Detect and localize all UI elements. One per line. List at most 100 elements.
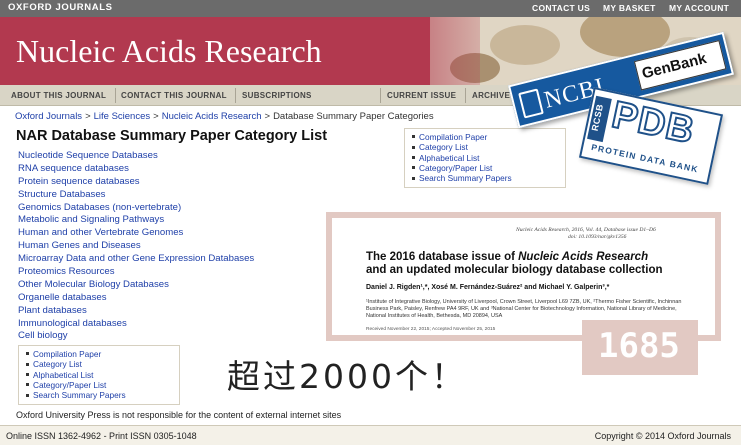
list-item: Plant databases	[18, 303, 254, 316]
breadcrumb-separator: >	[153, 111, 159, 122]
nav-contact-this-journal[interactable]: CONTACT THIS JOURNAL	[121, 91, 227, 100]
nav-divider	[465, 88, 466, 103]
nav-divider	[380, 88, 381, 103]
list-item: Compilation Paper	[26, 349, 179, 359]
category-link[interactable]: Organelle databases	[18, 292, 107, 303]
category-link[interactable]: Metabolic and Signaling Pathways	[18, 214, 164, 225]
category-link[interactable]: Plant databases	[18, 305, 87, 316]
list-item: Human Genes and Diseases	[18, 238, 254, 251]
alphabetical-list-link[interactable]: Alphabetical List	[419, 153, 479, 163]
quick-links-box-top: Compilation Paper Category List Alphabet…	[404, 128, 566, 188]
nav-subscriptions[interactable]: SUBSCRIPTIONS	[242, 91, 312, 100]
list-item: Category List	[412, 142, 565, 152]
my-basket-link[interactable]: MY BASKET	[603, 3, 656, 13]
category-link[interactable]: Human and other Vertebrate Genomes	[18, 227, 183, 238]
page-footer: Online ISSN 1362-4962 - Print ISSN 0305-…	[0, 425, 741, 445]
breadcrumb-nucleic-acids-research[interactable]: Nucleic Acids Research	[162, 111, 262, 122]
bullet-icon	[412, 155, 415, 159]
issn-info: Online ISSN 1362-4962 - Print ISSN 0305-…	[6, 431, 197, 441]
search-summary-papers-link[interactable]: Search Summary Papers	[419, 173, 512, 183]
breadcrumb-separator: >	[85, 111, 91, 122]
list-item: Other Molecular Biology Databases	[18, 277, 254, 290]
breadcrumb-oxford-journals[interactable]: Oxford Journals	[15, 111, 82, 122]
compilation-paper-link[interactable]: Compilation Paper	[419, 132, 487, 142]
category-link[interactable]: Genomics Databases (non-vertebrate)	[18, 202, 181, 213]
paper-citation-header: Nucleic Acids Research, 2016, Vol. 44, D…	[516, 227, 656, 233]
category-link[interactable]: RNA sequence databases	[18, 163, 129, 174]
list-item: Search Summary Papers	[26, 390, 179, 400]
ncbi-mark-icon	[518, 88, 544, 119]
category-link[interactable]: Immunological databases	[18, 318, 127, 329]
category-list-link[interactable]: Category List	[33, 359, 82, 369]
bullet-icon	[26, 352, 29, 356]
list-item: Protein sequence databases	[18, 174, 254, 187]
category-link[interactable]: Cell biology	[18, 330, 68, 341]
my-account-link[interactable]: MY ACCOUNT	[669, 3, 729, 13]
category-paper-list-link[interactable]: Category/Paper List	[33, 380, 106, 390]
list-item: Cell biology	[18, 328, 254, 341]
list-item: Genomics Databases (non-vertebrate)	[18, 200, 254, 213]
paper-authors: Daniel J. Rigden¹,*, Xosé M. Fernández-S…	[366, 284, 610, 291]
category-link[interactable]: Other Molecular Biology Databases	[18, 279, 169, 290]
bullet-icon	[26, 362, 29, 366]
list-item: Alphabetical List	[26, 370, 179, 380]
list-item: Alphabetical List	[412, 153, 565, 163]
category-link[interactable]: Structure Databases	[18, 189, 105, 200]
list-item: Microarray Data and other Gene Expressio…	[18, 251, 254, 264]
category-paper-list-link[interactable]: Category/Paper List	[419, 163, 492, 173]
bullet-icon	[26, 372, 29, 376]
category-list: Nucleotide Sequence Databases RNA sequen…	[18, 148, 254, 341]
nav-archive[interactable]: ARCHIVE	[472, 91, 510, 100]
list-item: Search Summary Papers	[412, 173, 565, 183]
breadcrumb-current: Database Summary Paper Categories	[273, 111, 434, 122]
list-item: Compilation Paper	[412, 132, 565, 142]
bullet-icon	[26, 393, 29, 397]
genbank-wordmark: GenBank	[640, 50, 709, 83]
page-title: NAR Database Summary Paper Category List	[16, 128, 328, 144]
list-item: Structure Databases	[18, 187, 254, 200]
category-link[interactable]: Nucleotide Sequence Databases	[18, 150, 158, 161]
bullet-icon	[412, 135, 415, 139]
bullet-icon	[412, 166, 415, 170]
paper-received-date: Received November 22, 2015; Accepted Nov…	[366, 327, 496, 332]
paper-doi: doi: 10.1093/nar/gkv1356	[568, 234, 627, 240]
category-link[interactable]: Proteomics Resources	[18, 266, 115, 277]
external-sites-disclaimer: Oxford University Press is not responsib…	[16, 410, 342, 420]
list-item: RNA sequence databases	[18, 161, 254, 174]
category-list-link[interactable]: Category List	[419, 142, 468, 152]
alphabetical-list-link[interactable]: Alphabetical List	[33, 370, 93, 380]
breadcrumb-life-sciences[interactable]: Life Sciences	[94, 111, 151, 122]
quick-links-box-bottom: Compilation Paper Category List Alphabet…	[18, 345, 180, 405]
list-item: Organelle databases	[18, 290, 254, 303]
list-item: Category/Paper List	[412, 163, 565, 173]
list-item: Human and other Vertebrate Genomes	[18, 225, 254, 238]
category-link[interactable]: Protein sequence databases	[18, 176, 140, 187]
contact-us-link[interactable]: CONTACT US	[532, 3, 590, 13]
paper-title: The 2016 database issue of Nucleic Acids…	[366, 251, 663, 276]
paper-affiliations: ¹Institute of Integrative Biology, Unive…	[366, 299, 682, 319]
bullet-icon	[412, 145, 415, 149]
breadcrumb: Oxford Journals > Life Sciences > Nucleic Ac…	[15, 111, 434, 122]
journal-title[interactable]: Nucleic Acids Research	[16, 33, 322, 70]
breadcrumb-separator: >	[264, 111, 271, 122]
list-item: Immunological databases	[18, 316, 254, 329]
list-item: Category List	[26, 359, 179, 369]
count-stamp: 1685	[582, 320, 698, 375]
list-item: Category/Paper List	[26, 380, 179, 390]
category-link[interactable]: Human Genes and Diseases	[18, 240, 141, 251]
nav-about-this-journal[interactable]: ABOUT THIS JOURNAL	[11, 91, 106, 100]
nav-divider	[115, 88, 116, 103]
count-stamp-value: 1685	[598, 326, 680, 366]
compilation-paper-link[interactable]: Compilation Paper	[33, 349, 101, 359]
oxford-journals-brand[interactable]: OXFORD JOURNALS	[8, 2, 113, 13]
top-bar: OXFORD JOURNALS CONTACT US MY BASKET MY …	[0, 0, 741, 17]
list-item: Metabolic and Signaling Pathways	[18, 212, 254, 225]
list-item: Proteomics Resources	[18, 264, 254, 277]
list-item: Nucleotide Sequence Databases	[18, 148, 254, 161]
bullet-icon	[412, 176, 415, 180]
bullet-icon	[26, 383, 29, 387]
search-summary-papers-link[interactable]: Search Summary Papers	[33, 390, 126, 400]
nav-current-issue[interactable]: CURRENT ISSUE	[387, 91, 456, 100]
category-link[interactable]: Microarray Data and other Gene Expressio…	[18, 253, 254, 264]
handwritten-note: 超过2000个！	[227, 357, 467, 396]
